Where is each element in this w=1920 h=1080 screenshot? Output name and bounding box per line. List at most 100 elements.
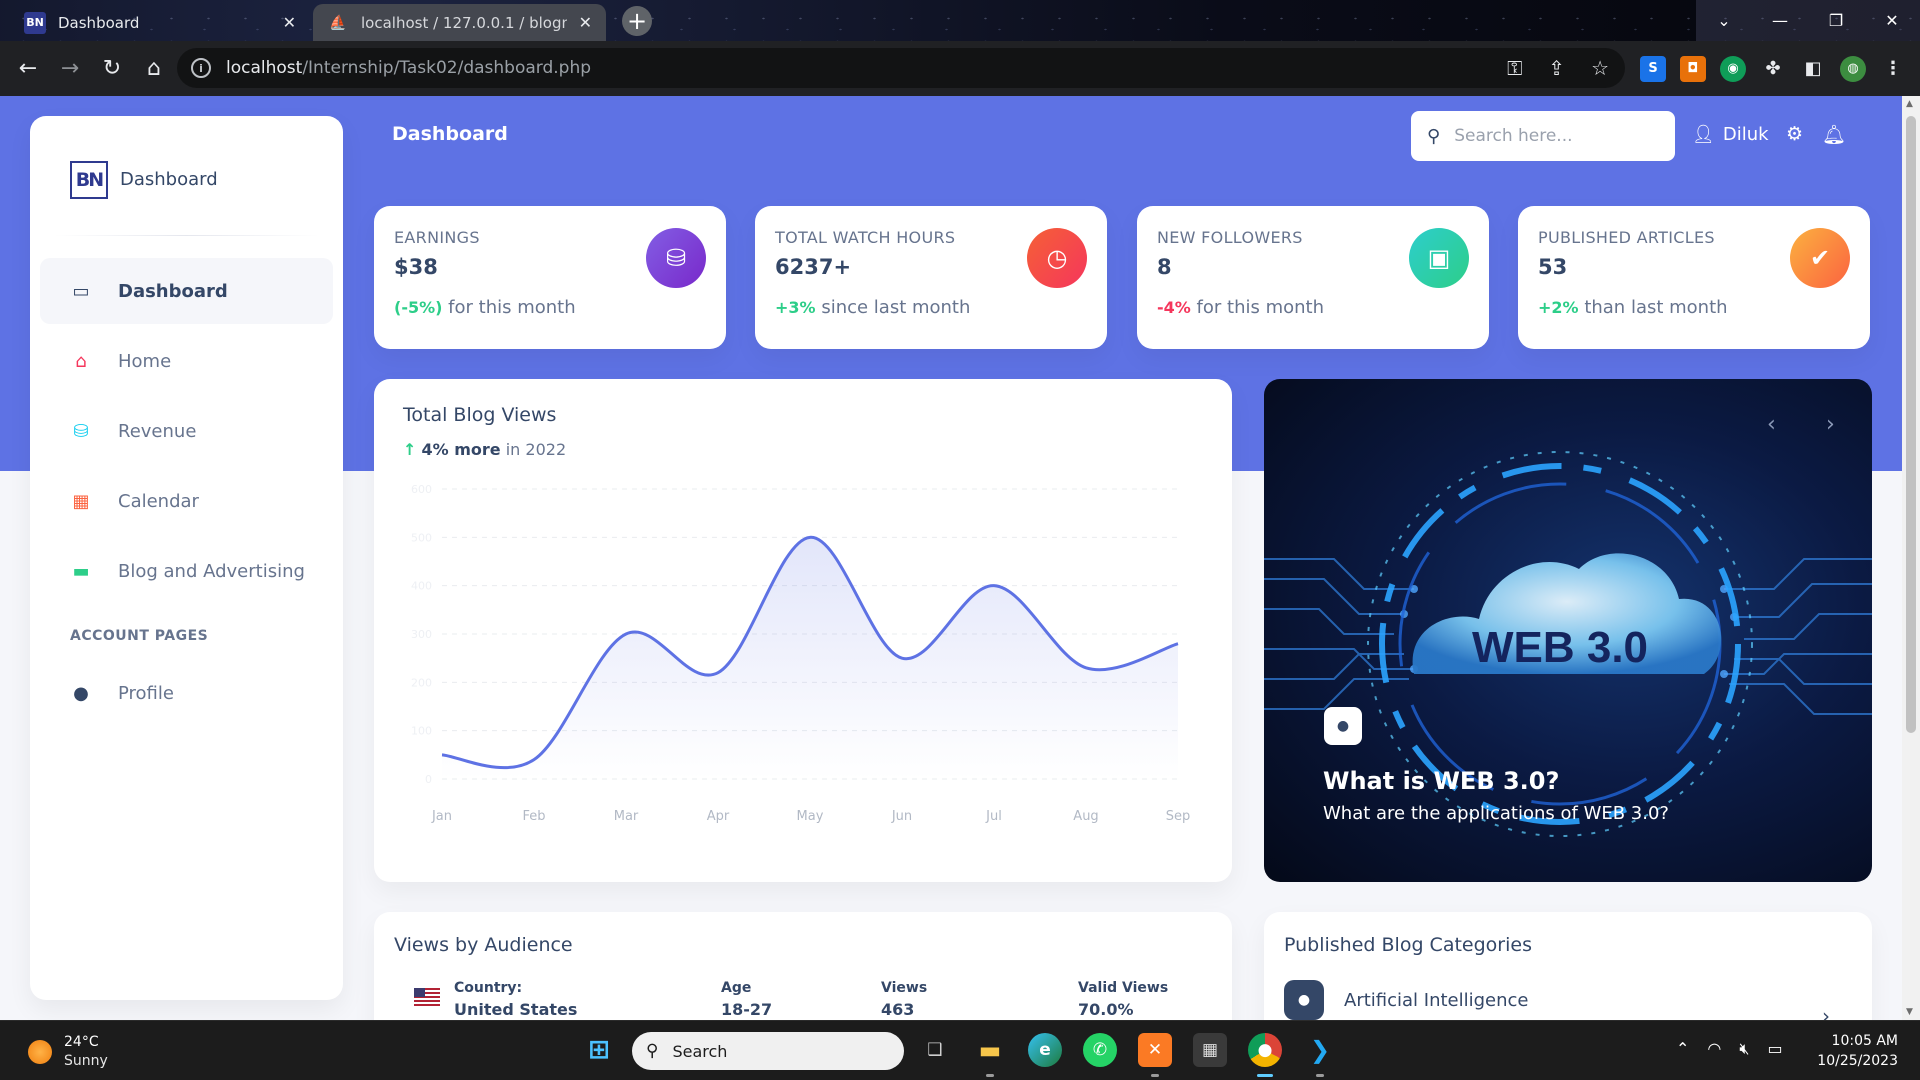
forward-icon[interactable]: →	[50, 49, 90, 89]
sidebar-item-revenue[interactable]: ⛁ Revenue	[40, 398, 333, 464]
cell-value: 18-27	[721, 1000, 773, 1019]
close-tab-icon[interactable]: ✕	[579, 13, 592, 32]
task-view-icon[interactable]: ❑	[918, 1033, 952, 1067]
reload-icon[interactable]: ↻	[92, 49, 132, 89]
calculator-icon[interactable]: ▦	[1193, 1033, 1227, 1067]
category-name: Artificial Intelligence	[1344, 989, 1529, 1011]
search-box[interactable]: ⚲	[1411, 111, 1675, 161]
volume-muted-icon[interactable]: 🔇︎	[1739, 1039, 1749, 1059]
menu-kebab-icon[interactable]: ⋮	[1880, 56, 1906, 82]
line-chart: 0 100 200 300 400 500 600 Jan Feb Mar Apr May Jun Jul…	[411, 483, 1190, 824]
stat-card-articles: PUBLISHED ARTICLES 53 +2% than last mont…	[1518, 206, 1870, 349]
address-bar[interactable]: i localhost/Internship/Task02/dashboard.…	[177, 48, 1625, 88]
taskbar-search[interactable]: ⚲ Search	[632, 1032, 904, 1070]
y-tick-label: 200	[411, 676, 432, 689]
running-indicator	[1151, 1074, 1159, 1077]
list-item[interactable]: ● Artificial Intelligence	[1284, 980, 1852, 1020]
edge-icon[interactable]: e	[1028, 1033, 1062, 1067]
tab-dashboard[interactable]: BN Dashboard ✕	[10, 4, 310, 41]
carousel-next-icon[interactable]: ›	[1826, 412, 1835, 437]
stat-change-suffix: for this month	[1196, 297, 1325, 318]
chrome-icon[interactable]: ●	[1248, 1033, 1282, 1067]
windows-start-icon[interactable]: ⊞	[582, 1033, 616, 1067]
side-panel-icon[interactable]: ◧	[1800, 56, 1826, 82]
sidebar-item-blog-advertising[interactable]: ▬ Blog and Advertising	[40, 538, 333, 604]
sidebar-item-label: Blog and Advertising	[118, 560, 305, 582]
y-tick-label: 500	[411, 531, 432, 544]
sidebar: BN Dashboard ▭ Dashboard ⌂ Home ⛁ Revenu…	[30, 116, 343, 1000]
scroll-up-icon[interactable]: ▲	[1906, 99, 1913, 109]
brand[interactable]: BN Dashboard	[30, 116, 343, 213]
browser-toolbar: ← → ↻ ⌂ i localhost/Internship/Task02/da…	[0, 41, 1920, 96]
stat-card-earnings: EARNINGS $38 (-5%) for this month ⛁	[374, 206, 726, 349]
gear-icon[interactable]: ⚙	[1786, 123, 1803, 145]
wifi-icon[interactable]: ◠	[1707, 1039, 1721, 1059]
close-tab-icon[interactable]: ✕	[283, 13, 296, 32]
tab-search-icon[interactable]: ⌄	[1696, 0, 1752, 41]
xampp-icon[interactable]: ✕	[1138, 1033, 1172, 1067]
sidebar-item-profile[interactable]: ● Profile	[40, 660, 333, 726]
clock[interactable]: 10:05 AM 10/25/2023	[1817, 1031, 1898, 1071]
chevron-up-icon[interactable]: ⌃	[1676, 1039, 1689, 1059]
file-explorer-icon[interactable]: ▬	[973, 1033, 1007, 1067]
close-window-icon[interactable]: ✕	[1864, 0, 1920, 41]
weather-condition: Sunny	[64, 1053, 108, 1069]
sidebar-item-calendar[interactable]: ▦ Calendar	[40, 468, 333, 534]
tab-phpmyadmin[interactable]: ⛵ localhost / 127.0.0.1 / blogner / ✕	[313, 4, 606, 41]
sidebar-item-label: Dashboard	[118, 280, 228, 302]
cell-value: United States	[454, 1000, 578, 1019]
calendar-icon: ▦	[72, 490, 90, 512]
tab-title: localhost / 127.0.0.1 / blogner /	[361, 13, 567, 32]
scrollbar-thumb[interactable]	[1906, 116, 1916, 733]
sidebar-item-home[interactable]: ⌂ Home	[40, 328, 333, 394]
url-path: /Internship/Task02/dashboard.php	[302, 58, 592, 78]
sidebar-menu: ▭ Dashboard ⌂ Home ⛁ Revenue ▦ Calendar …	[30, 258, 343, 726]
url-text[interactable]: localhost/Internship/Task02/dashboard.ph…	[226, 58, 591, 78]
us-flag-icon	[414, 988, 440, 1006]
phpmyadmin-favicon-icon: ⛵	[329, 14, 347, 31]
back-icon[interactable]: ←	[8, 49, 48, 89]
vscode-icon[interactable]: ❯	[1303, 1033, 1337, 1067]
article-carousel[interactable]: WEB 3.0 ‹ › ● What is WEB 3.0? What are …	[1264, 379, 1872, 882]
monitor-icon: ▭	[72, 280, 90, 302]
battery-icon[interactable]: ▭	[1767, 1039, 1782, 1059]
bookmark-star-icon[interactable]: ☆	[1591, 56, 1609, 80]
page-scrollbar[interactable]: ▲ ▼	[1902, 96, 1920, 1020]
carousel-prev-icon[interactable]: ‹	[1767, 412, 1776, 437]
browser-tab-bar: BN Dashboard ✕ ⛵ localhost / 127.0.0.1 /…	[0, 0, 1920, 41]
running-indicator	[986, 1074, 994, 1077]
stat-change-value: -4%	[1157, 298, 1191, 317]
maximize-icon[interactable]: ❐	[1808, 0, 1864, 41]
chevron-right-icon[interactable]: ›	[1822, 1004, 1830, 1020]
column-header: Views	[881, 980, 928, 996]
x-tick-label: Jun	[891, 809, 912, 824]
x-tick-label: May	[797, 809, 824, 824]
site-info-icon[interactable]: i	[191, 58, 211, 78]
share-icon[interactable]: ⇪	[1548, 56, 1565, 80]
home-button-icon[interactable]: ⌂	[134, 49, 174, 89]
extension-globe-icon[interactable]: ◉	[1720, 55, 1746, 82]
scroll-down-icon[interactable]: ▼	[1906, 1007, 1913, 1017]
url-host: localhost	[226, 58, 303, 78]
bell-icon[interactable]: 🔔︎	[1822, 123, 1846, 146]
extensions-puzzle-icon[interactable]: ✤	[1760, 56, 1786, 82]
sidebar-item-dashboard[interactable]: ▭ Dashboard	[40, 258, 333, 324]
search-input[interactable]	[1454, 126, 1645, 146]
extension-orange-icon[interactable]: ◘	[1680, 55, 1706, 82]
sidebar-item-label: Home	[118, 350, 172, 372]
credit-card-icon: ▬	[72, 560, 90, 582]
y-tick-label: 100	[411, 725, 432, 738]
stat-change-value: +3%	[775, 298, 816, 317]
profile-avatar[interactable]: ◍	[1840, 55, 1866, 82]
carousel-subtitle: What are the applications of WEB 3.0?	[1323, 803, 1669, 824]
extension-s-icon[interactable]: S	[1640, 55, 1666, 82]
whatsapp-icon[interactable]: ✆	[1083, 1033, 1117, 1067]
key-icon[interactable]: ⚿	[1507, 56, 1522, 80]
new-tab-button[interactable]: +	[622, 6, 652, 36]
brand-logo: BN	[70, 160, 108, 199]
divider	[54, 235, 319, 236]
weather-widget[interactable]: 24°C Sunny	[28, 1033, 108, 1071]
user-menu[interactable]: 👤︎ Diluk	[1692, 124, 1769, 145]
minimize-icon[interactable]: —	[1752, 0, 1808, 41]
blog-views-card: Total Blog Views ↑ 4% more in 2022 0 100 2…	[374, 379, 1232, 882]
